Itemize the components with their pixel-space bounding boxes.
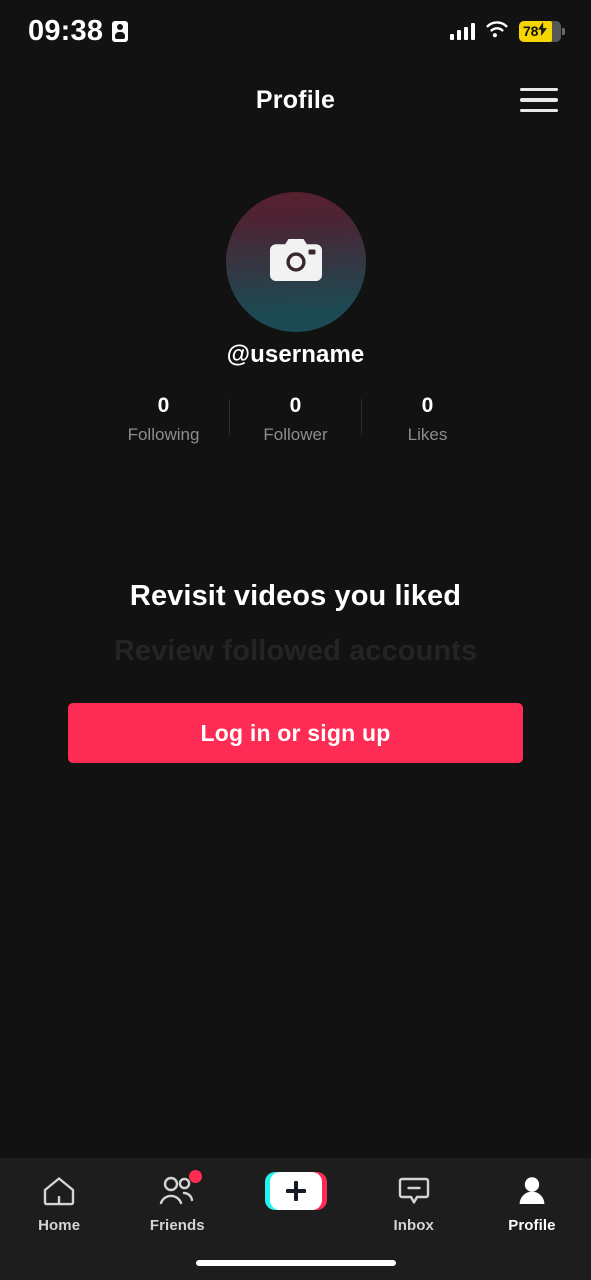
profile-stats: 0 Following 0 Follower 0 Likes <box>0 393 591 448</box>
nav-label-inbox: Inbox <box>393 1217 434 1234</box>
cellular-signal-icon <box>449 22 475 40</box>
battery-charging-bolt-icon <box>538 21 548 41</box>
stat-following-label: Following <box>127 425 200 445</box>
status-bar: 09:38 78 <box>0 0 591 62</box>
stat-likes[interactable]: 0 Likes <box>362 393 493 448</box>
create-plus-icon <box>264 1172 327 1210</box>
nav-item-profile[interactable]: Profile <box>473 1172 591 1234</box>
avatar[interactable] <box>225 192 366 332</box>
status-bar-right: 78 <box>449 20 565 43</box>
login-signup-button[interactable]: Log in or sign up <box>68 703 523 763</box>
avatar-gradient <box>225 192 366 332</box>
contact-card-icon <box>112 20 129 42</box>
stat-likes-label: Likes <box>407 425 448 445</box>
nav-item-home[interactable]: Home <box>0 1172 118 1234</box>
status-bar-clock: 09:38 <box>28 14 104 47</box>
nav-item-create[interactable] <box>236 1172 354 1217</box>
wifi-icon <box>485 20 509 43</box>
app-screen: 09:38 78 Profile @username 0 Following 0… <box>0 0 591 1280</box>
nav-label-home: Home <box>38 1217 81 1234</box>
promo-headline: Revisit videos you liked <box>129 580 462 612</box>
nav-item-friends[interactable]: Friends <box>118 1170 236 1234</box>
inbox-icon <box>397 1172 431 1210</box>
username-label: @username <box>226 341 365 368</box>
stat-follower[interactable]: 0 Follower <box>230 393 361 448</box>
hamburger-menu-icon[interactable] <box>520 83 564 117</box>
profile-person-icon <box>516 1172 548 1210</box>
page-header: Profile <box>0 62 591 138</box>
page-title: Profile <box>255 85 336 114</box>
promo-next-headline: Review followed accounts <box>113 635 478 668</box>
stat-follower-count: 0 <box>289 394 302 417</box>
promo-carousel: Revisit videos you liked Review followed… <box>0 580 591 669</box>
nav-item-inbox[interactable]: Inbox <box>355 1172 473 1234</box>
nav-label-friends: Friends <box>149 1217 205 1234</box>
stat-likes-count: 0 <box>421 394 434 417</box>
battery-percent-label: 78 <box>523 23 539 39</box>
stat-follower-label: Follower <box>263 425 328 445</box>
home-icon <box>42 1172 76 1210</box>
nav-label-profile: Profile <box>508 1217 556 1234</box>
camera-icon <box>269 238 322 286</box>
status-bar-left: 09:38 <box>28 14 129 47</box>
friends-icon <box>158 1170 203 1210</box>
stat-following[interactable]: 0 Following <box>98 393 229 448</box>
battery-indicator: 78 <box>519 20 565 42</box>
home-indicator-bar <box>195 1260 396 1266</box>
stat-following-count: 0 <box>157 394 170 417</box>
friends-notification-badge <box>189 1170 203 1183</box>
